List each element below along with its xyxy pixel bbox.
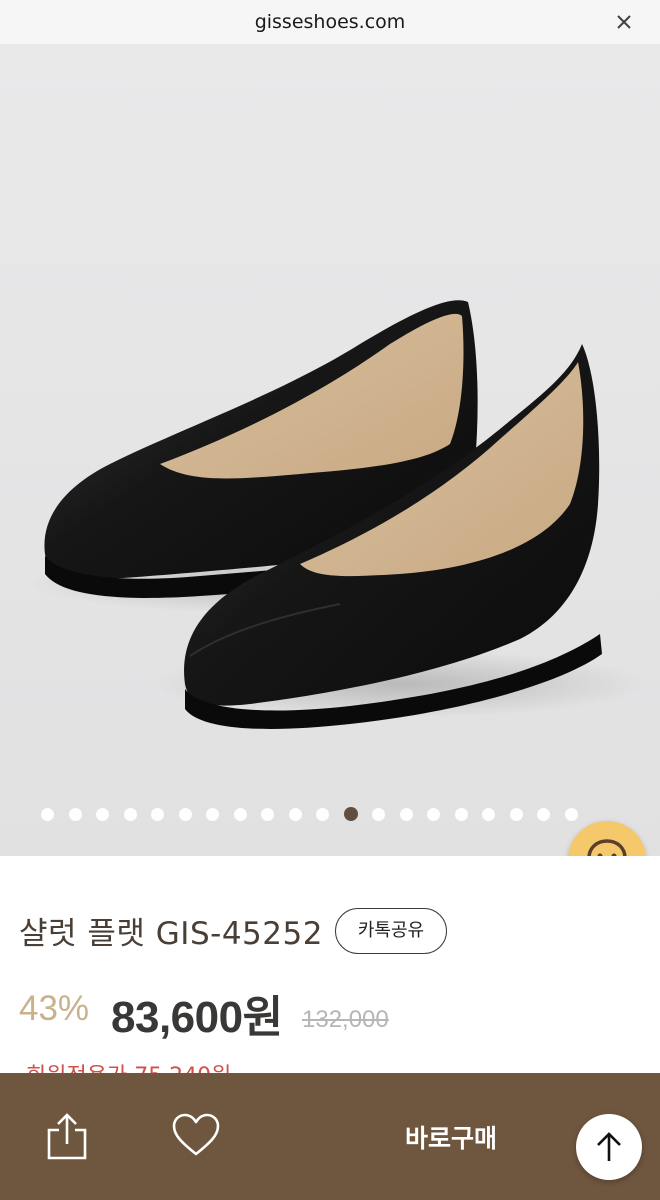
gallery-dot[interactable]: [261, 807, 274, 821]
gallery-dot[interactable]: [509, 807, 523, 821]
product-title: 샬럿 플랫 GIS-45252: [19, 916, 323, 952]
product-image-gallery[interactable]: [0, 44, 660, 856]
gallery-dot[interactable]: [537, 807, 550, 821]
chat-icon: [587, 839, 627, 856]
gallery-dot[interactable]: [372, 807, 385, 821]
buy-now-button[interactable]: 바로구매: [405, 1119, 497, 1155]
browser-url-bar[interactable]: gisseshoes.com: [0, 0, 660, 44]
gallery-dot[interactable]: [123, 807, 137, 821]
url-text: gisseshoes.com: [254, 11, 406, 33]
gallery-dot[interactable]: [68, 807, 82, 821]
gallery-dot[interactable]: [233, 807, 247, 821]
original-price: 132,000: [302, 1006, 389, 1033]
bottom-action-bar: 바로구매: [0, 1073, 660, 1200]
heart-icon[interactable]: [171, 1112, 221, 1158]
gallery-dot[interactable]: [343, 807, 358, 821]
sale-price: 83,600원: [111, 993, 283, 1042]
product-image: [30, 300, 650, 729]
gallery-pagination: [41, 807, 592, 821]
gallery-dot[interactable]: [482, 807, 495, 821]
scroll-to-top-button[interactable]: [576, 1114, 642, 1180]
gallery-dot[interactable]: [454, 807, 468, 821]
gallery-dot[interactable]: [206, 807, 219, 821]
discount-rate: 43%: [19, 989, 90, 1028]
gallery-dot[interactable]: [427, 807, 440, 821]
gallery-dot[interactable]: [41, 807, 54, 821]
close-icon[interactable]: [614, 12, 634, 32]
gallery-dot[interactable]: [316, 807, 329, 821]
gallery-dot[interactable]: [564, 807, 578, 821]
share-icon[interactable]: [44, 1112, 90, 1162]
gallery-dot[interactable]: [151, 807, 164, 821]
arrow-up-icon: [597, 1132, 621, 1161]
gallery-dot[interactable]: [178, 807, 192, 821]
gallery-dot[interactable]: [288, 807, 302, 821]
gallery-dot[interactable]: [399, 807, 413, 821]
gallery-dot[interactable]: [96, 807, 109, 821]
kakao-share-button[interactable]: 카톡공유: [335, 908, 447, 954]
